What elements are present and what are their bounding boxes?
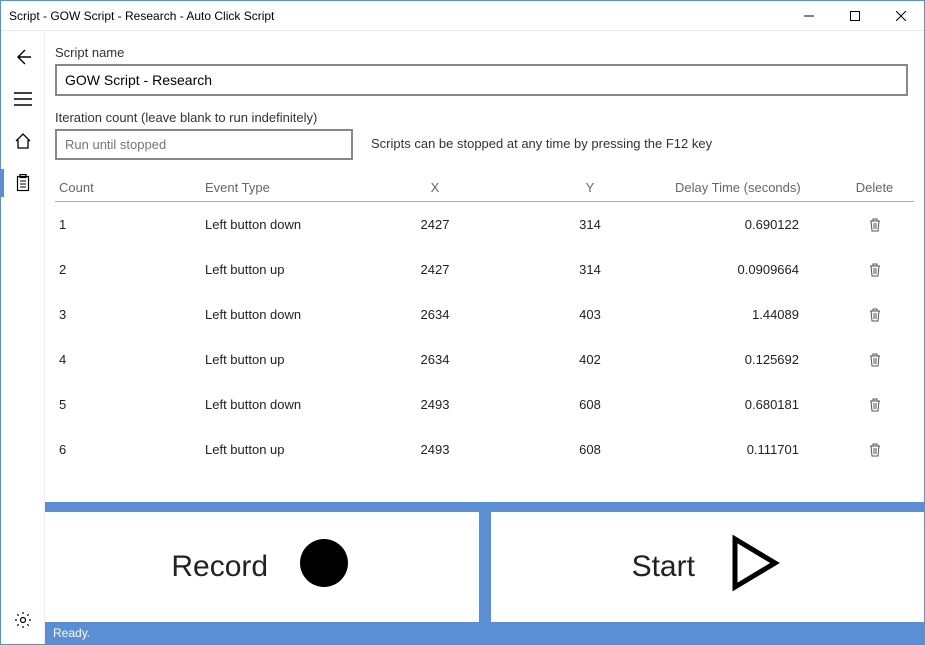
cell-count: 6 (55, 442, 205, 457)
cell-y: 314 (505, 262, 675, 277)
clipboard-icon[interactable] (11, 171, 35, 195)
events-table: Count Event Type X Y Delay Time (seconds… (55, 180, 914, 472)
sidebar (1, 31, 45, 644)
delete-button[interactable] (835, 218, 914, 232)
back-icon[interactable] (11, 45, 35, 69)
cell-count: 4 (55, 352, 205, 367)
menu-icon[interactable] (11, 87, 35, 111)
table-row: 6Left button up24936080.111701 (55, 427, 914, 472)
th-y: Y (505, 180, 675, 195)
cell-delay: 0.0909664 (675, 262, 835, 277)
cell-x: 2493 (365, 442, 505, 457)
cell-delay: 0.690122 (675, 217, 835, 232)
cell-count: 2 (55, 262, 205, 277)
th-delete: Delete (835, 180, 914, 195)
delete-button[interactable] (835, 263, 914, 277)
cell-x: 2493 (365, 397, 505, 412)
cell-count: 5 (55, 397, 205, 412)
record-icon (296, 535, 352, 599)
trash-icon (869, 218, 881, 232)
cell-delay: 0.125692 (675, 352, 835, 367)
titlebar: Script - GOW Script - Research - Auto Cl… (1, 1, 924, 31)
settings-icon[interactable] (11, 608, 35, 632)
record-button[interactable]: Record (45, 512, 479, 622)
cell-delay: 0.111701 (675, 442, 835, 457)
cell-count: 1 (55, 217, 205, 232)
trash-icon (869, 308, 881, 322)
script-name-label: Script name (55, 45, 908, 60)
play-icon (723, 533, 783, 601)
delete-button[interactable] (835, 398, 914, 412)
home-icon[interactable] (11, 129, 35, 153)
table-header: Count Event Type X Y Delay Time (seconds… (55, 180, 914, 202)
delete-button[interactable] (835, 443, 914, 457)
cell-event: Left button up (205, 262, 365, 277)
cell-x: 2427 (365, 217, 505, 232)
table-row: 5Left button down24936080.680181 (55, 382, 914, 427)
close-button[interactable] (878, 1, 924, 31)
th-delay: Delay Time (seconds) (675, 180, 835, 195)
delete-button[interactable] (835, 353, 914, 367)
table-row: 1Left button down24273140.690122 (55, 202, 914, 247)
maximize-button[interactable] (832, 1, 878, 31)
cell-y: 403 (505, 307, 675, 322)
th-event: Event Type (205, 180, 365, 195)
cell-y: 608 (505, 397, 675, 412)
cell-event: Left button down (205, 307, 365, 322)
table-row: 4Left button up26344020.125692 (55, 337, 914, 382)
th-count: Count (55, 180, 205, 195)
cell-x: 2634 (365, 307, 505, 322)
cell-event: Left button up (205, 352, 365, 367)
cell-y: 314 (505, 217, 675, 232)
status-text: Ready. (53, 626, 90, 640)
cell-event: Left button up (205, 442, 365, 457)
cell-event: Left button down (205, 217, 365, 232)
delete-button[interactable] (835, 308, 914, 322)
cell-y: 402 (505, 352, 675, 367)
trash-icon (869, 443, 881, 457)
table-row: 3Left button down26344031.44089 (55, 292, 914, 337)
cell-x: 2427 (365, 262, 505, 277)
cell-x: 2634 (365, 352, 505, 367)
trash-icon (869, 353, 881, 367)
start-label: Start (632, 550, 695, 584)
cell-delay: 1.44089 (675, 307, 835, 322)
window-title: Script - GOW Script - Research - Auto Cl… (9, 9, 274, 23)
cell-y: 608 (505, 442, 675, 457)
cell-delay: 0.680181 (675, 397, 835, 412)
minimize-button[interactable] (786, 1, 832, 31)
script-name-input[interactable] (55, 64, 908, 96)
cell-count: 3 (55, 307, 205, 322)
record-label: Record (171, 550, 268, 584)
table-row: 2Left button up24273140.0909664 (55, 247, 914, 292)
stop-hint: Scripts can be stopped at any time by pr… (371, 136, 712, 151)
trash-icon (869, 398, 881, 412)
cell-event: Left button down (205, 397, 365, 412)
status-bar: Ready. (45, 622, 924, 644)
iteration-input[interactable] (55, 129, 353, 160)
action-bar: Record Start (45, 502, 924, 622)
iteration-label: Iteration count (leave blank to run inde… (55, 110, 353, 125)
th-x: X (365, 180, 505, 195)
trash-icon (869, 263, 881, 277)
start-button[interactable]: Start (491, 512, 925, 622)
